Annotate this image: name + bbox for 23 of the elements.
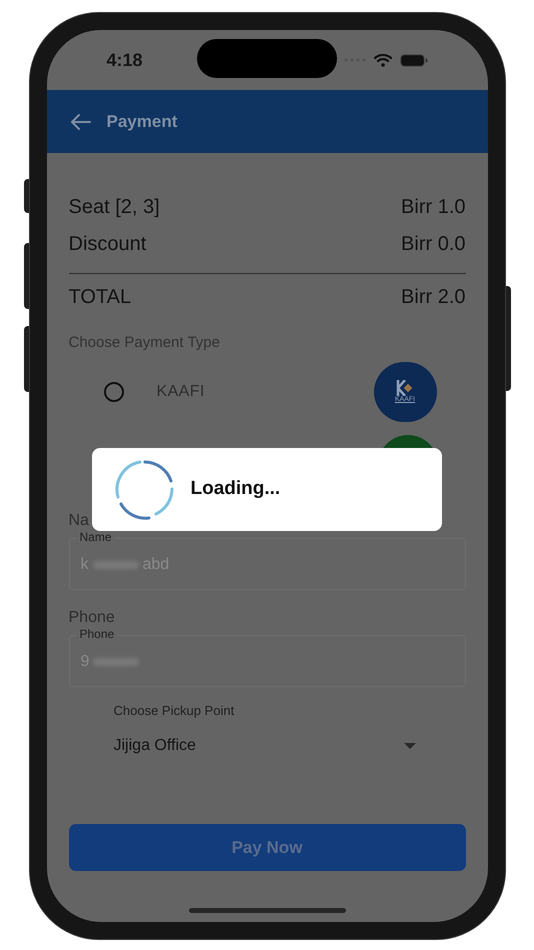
total-label: TOTAL	[68, 285, 132, 310]
pickup-dropdown[interactable]: Jijiga Office	[114, 734, 416, 758]
summary-label: Seat [2, 3]	[68, 194, 160, 220]
spinner-icon	[114, 458, 176, 520]
battery-icon	[400, 54, 428, 66]
wifi-icon	[374, 53, 392, 67]
back-arrow-icon[interactable]	[70, 114, 90, 130]
page-title: Payment	[106, 110, 178, 133]
floating-label: Phone	[76, 628, 118, 640]
summary-value: Birr 1.0	[401, 194, 466, 220]
floating-label: Name	[76, 530, 115, 542]
side-button[interactable]	[24, 179, 28, 213]
side-button[interactable]	[24, 243, 28, 309]
summary-value: Birr 0.0	[401, 232, 466, 256]
loading-text: Loading...	[190, 477, 280, 502]
total-value: Birr 2.0	[401, 285, 466, 310]
radio-button[interactable]	[104, 382, 124, 402]
dropdown-label: Choose Pickup Point	[114, 702, 236, 720]
caret-icon	[404, 743, 416, 749]
side-button[interactable]	[24, 326, 28, 392]
status-time: 4:18	[106, 48, 143, 72]
summary-label: Discount	[68, 232, 146, 256]
pay-now-button[interactable]: Pay Now	[68, 824, 466, 871]
